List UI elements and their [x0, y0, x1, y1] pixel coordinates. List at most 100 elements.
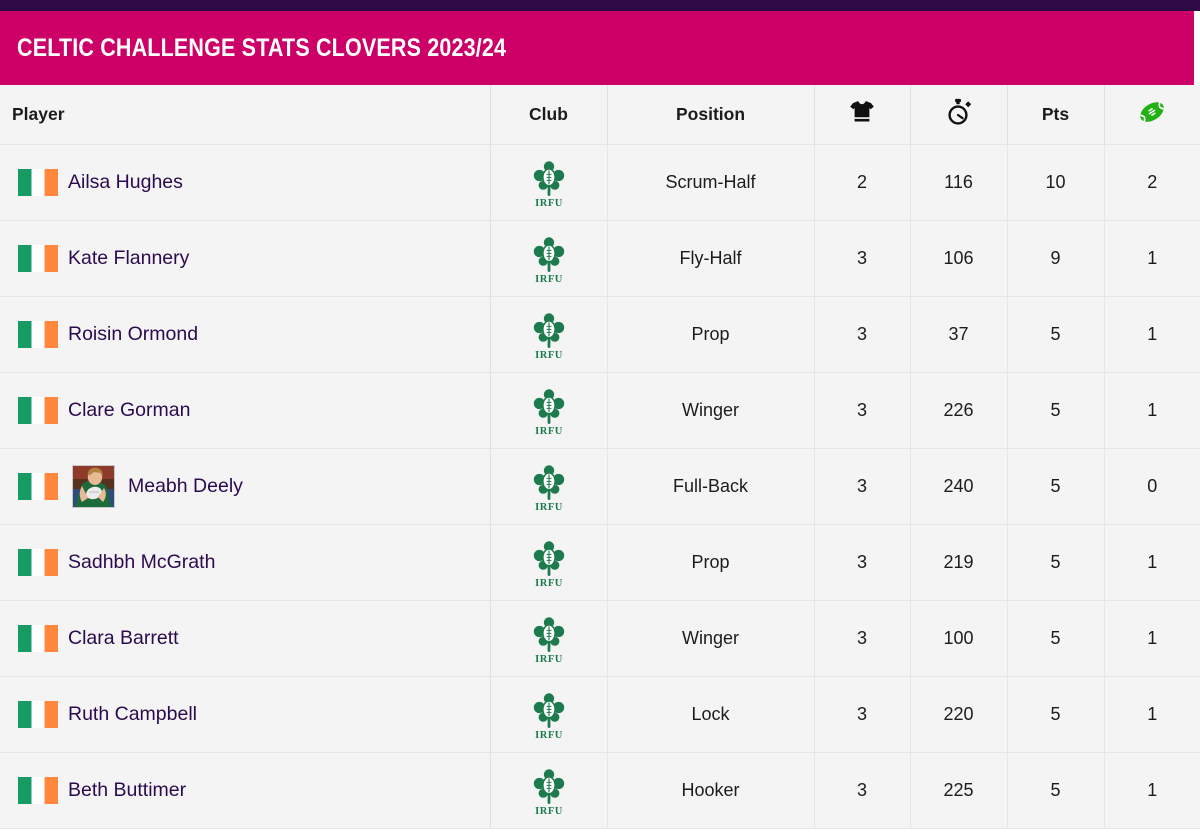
cell-club[interactable]: IRFU — [490, 372, 608, 449]
cell-player[interactable]: Clara Barrett — [0, 600, 491, 677]
cell-club[interactable]: IRFU — [490, 524, 608, 601]
cell-appearances: 3 — [814, 600, 911, 677]
cell-minutes: 220 — [910, 676, 1008, 753]
cell-club[interactable]: IRFU — [490, 448, 608, 525]
stats-table-container: Player Club Position Pts Ailsa Hughes IR… — [0, 85, 1200, 829]
cell-tries: 1 — [1104, 600, 1200, 677]
cell-points: 5 — [1007, 448, 1105, 525]
cell-player[interactable]: Beth Buttimer — [0, 752, 491, 829]
svg-text:IRFU: IRFU — [535, 806, 563, 816]
ireland-flag-icon — [18, 396, 58, 424]
svg-text:IRFU: IRFU — [535, 730, 563, 740]
player-name[interactable]: Clare Gorman — [68, 399, 190, 422]
irfu-logo-icon: IRFU — [491, 612, 607, 664]
cell-appearances: 3 — [814, 448, 911, 525]
player-name[interactable]: Sadhbh McGrath — [68, 551, 215, 574]
ireland-flag-icon — [18, 320, 58, 348]
cell-club[interactable]: IRFU — [490, 600, 608, 677]
column-header-points[interactable]: Pts — [1007, 85, 1105, 145]
table-header-row: Player Club Position Pts — [0, 85, 1200, 145]
cell-player[interactable]: Roisin Ormond — [0, 296, 491, 373]
cell-club[interactable]: IRFU — [490, 752, 608, 829]
irfu-logo-icon: IRFU — [491, 688, 607, 740]
player-name[interactable]: Ruth Campbell — [68, 703, 197, 726]
avatar — [72, 464, 115, 508]
table-row[interactable]: Meabh Deely IRFU Full-Back 3 240 5 0 — [0, 448, 1200, 525]
table-row[interactable]: Beth Buttimer IRFU Hooker 3 225 5 1 — [0, 752, 1200, 829]
cell-player[interactable]: Sadhbh McGrath — [0, 524, 491, 601]
cell-player[interactable]: Clare Gorman — [0, 372, 491, 449]
cell-position: Scrum-Half — [607, 144, 815, 221]
cell-points: 5 — [1007, 752, 1105, 829]
cell-appearances: 3 — [814, 220, 911, 297]
svg-text:IRFU: IRFU — [535, 274, 563, 284]
table-row[interactable]: Clare Gorman IRFU Winger 3 226 5 1 — [0, 372, 1200, 449]
top-accent-bar — [0, 0, 1200, 11]
cell-tries: 1 — [1104, 296, 1200, 373]
cell-position: Lock — [607, 676, 815, 753]
cell-points: 9 — [1007, 220, 1105, 297]
player-cell-content: Ruth Campbell — [18, 700, 490, 728]
cell-position: Winger — [607, 372, 815, 449]
svg-text:IRFU: IRFU — [535, 350, 563, 360]
player-name[interactable]: Clara Barrett — [68, 627, 179, 650]
cell-player[interactable]: Ruth Campbell — [0, 676, 491, 753]
table-row[interactable]: Sadhbh McGrath IRFU Prop 3 219 5 1 — [0, 524, 1200, 601]
ireland-flag-icon — [18, 776, 58, 804]
table-header: Player Club Position Pts — [0, 85, 1200, 145]
cell-minutes: 100 — [910, 600, 1008, 677]
irfu-logo-icon: IRFU — [491, 764, 607, 816]
player-cell-content: Clara Barrett — [18, 624, 490, 652]
cell-points: 5 — [1007, 524, 1105, 601]
cell-player[interactable]: Meabh Deely — [0, 448, 491, 525]
ireland-flag-icon — [18, 548, 58, 576]
column-header-tries[interactable] — [1104, 85, 1200, 145]
stopwatch-icon — [945, 98, 973, 126]
page-title: CELTIC CHALLENGE STATS CLOVERS 2023/24 — [17, 33, 507, 62]
cell-tries: 1 — [1104, 524, 1200, 601]
cell-tries: 1 — [1104, 372, 1200, 449]
ireland-flag-icon — [18, 472, 58, 500]
irfu-logo-icon: IRFU — [491, 384, 607, 436]
cell-club[interactable]: IRFU — [490, 220, 608, 297]
cell-points: 5 — [1007, 676, 1105, 753]
column-header-position[interactable]: Position — [607, 85, 815, 145]
column-header-player[interactable]: Player — [0, 85, 491, 145]
cell-position: Fly-Half — [607, 220, 815, 297]
column-header-club[interactable]: Club — [490, 85, 608, 145]
cell-club[interactable]: IRFU — [490, 296, 608, 373]
player-name[interactable]: Roisin Ormond — [68, 323, 198, 346]
cell-tries: 1 — [1104, 220, 1200, 297]
player-name[interactable]: Ailsa Hughes — [68, 171, 183, 194]
rugby-ball-icon — [1137, 99, 1167, 125]
cell-appearances: 3 — [814, 296, 911, 373]
cell-minutes: 240 — [910, 448, 1008, 525]
player-name[interactable]: Kate Flannery — [68, 247, 189, 270]
cell-player[interactable]: Ailsa Hughes — [0, 144, 491, 221]
table-row[interactable]: Kate Flannery IRFU Fly-Half 3 106 9 1 — [0, 220, 1200, 297]
cell-position: Hooker — [607, 752, 815, 829]
page-banner: CELTIC CHALLENGE STATS CLOVERS 2023/24 — [0, 11, 1194, 85]
table-row[interactable]: Clara Barrett IRFU Winger 3 100 5 1 — [0, 600, 1200, 677]
table-row[interactable]: Ailsa Hughes IRFU Scrum-Half 2 116 10 2 — [0, 144, 1200, 221]
cell-appearances: 3 — [814, 372, 911, 449]
table-row[interactable]: Roisin Ormond IRFU Prop 3 37 5 1 — [0, 296, 1200, 373]
cell-tries: 1 — [1104, 752, 1200, 829]
column-header-minutes[interactable] — [910, 85, 1008, 145]
cell-points: 5 — [1007, 296, 1105, 373]
cell-appearances: 3 — [814, 752, 911, 829]
column-header-appearances[interactable] — [814, 85, 911, 145]
cell-tries: 1 — [1104, 676, 1200, 753]
player-cell-content: Meabh Deely — [18, 464, 490, 508]
cell-club[interactable]: IRFU — [490, 144, 608, 221]
player-name[interactable]: Meabh Deely — [128, 475, 243, 498]
cell-player[interactable]: Kate Flannery — [0, 220, 491, 297]
player-name[interactable]: Beth Buttimer — [68, 779, 186, 802]
irfu-logo-icon: IRFU — [491, 536, 607, 588]
cell-minutes: 226 — [910, 372, 1008, 449]
irfu-logo-icon: IRFU — [491, 460, 607, 512]
player-cell-content: Clare Gorman — [18, 396, 490, 424]
cell-club[interactable]: IRFU — [490, 676, 608, 753]
table-row[interactable]: Ruth Campbell IRFU Lock 3 220 5 1 — [0, 676, 1200, 753]
svg-text:IRFU: IRFU — [535, 426, 563, 436]
